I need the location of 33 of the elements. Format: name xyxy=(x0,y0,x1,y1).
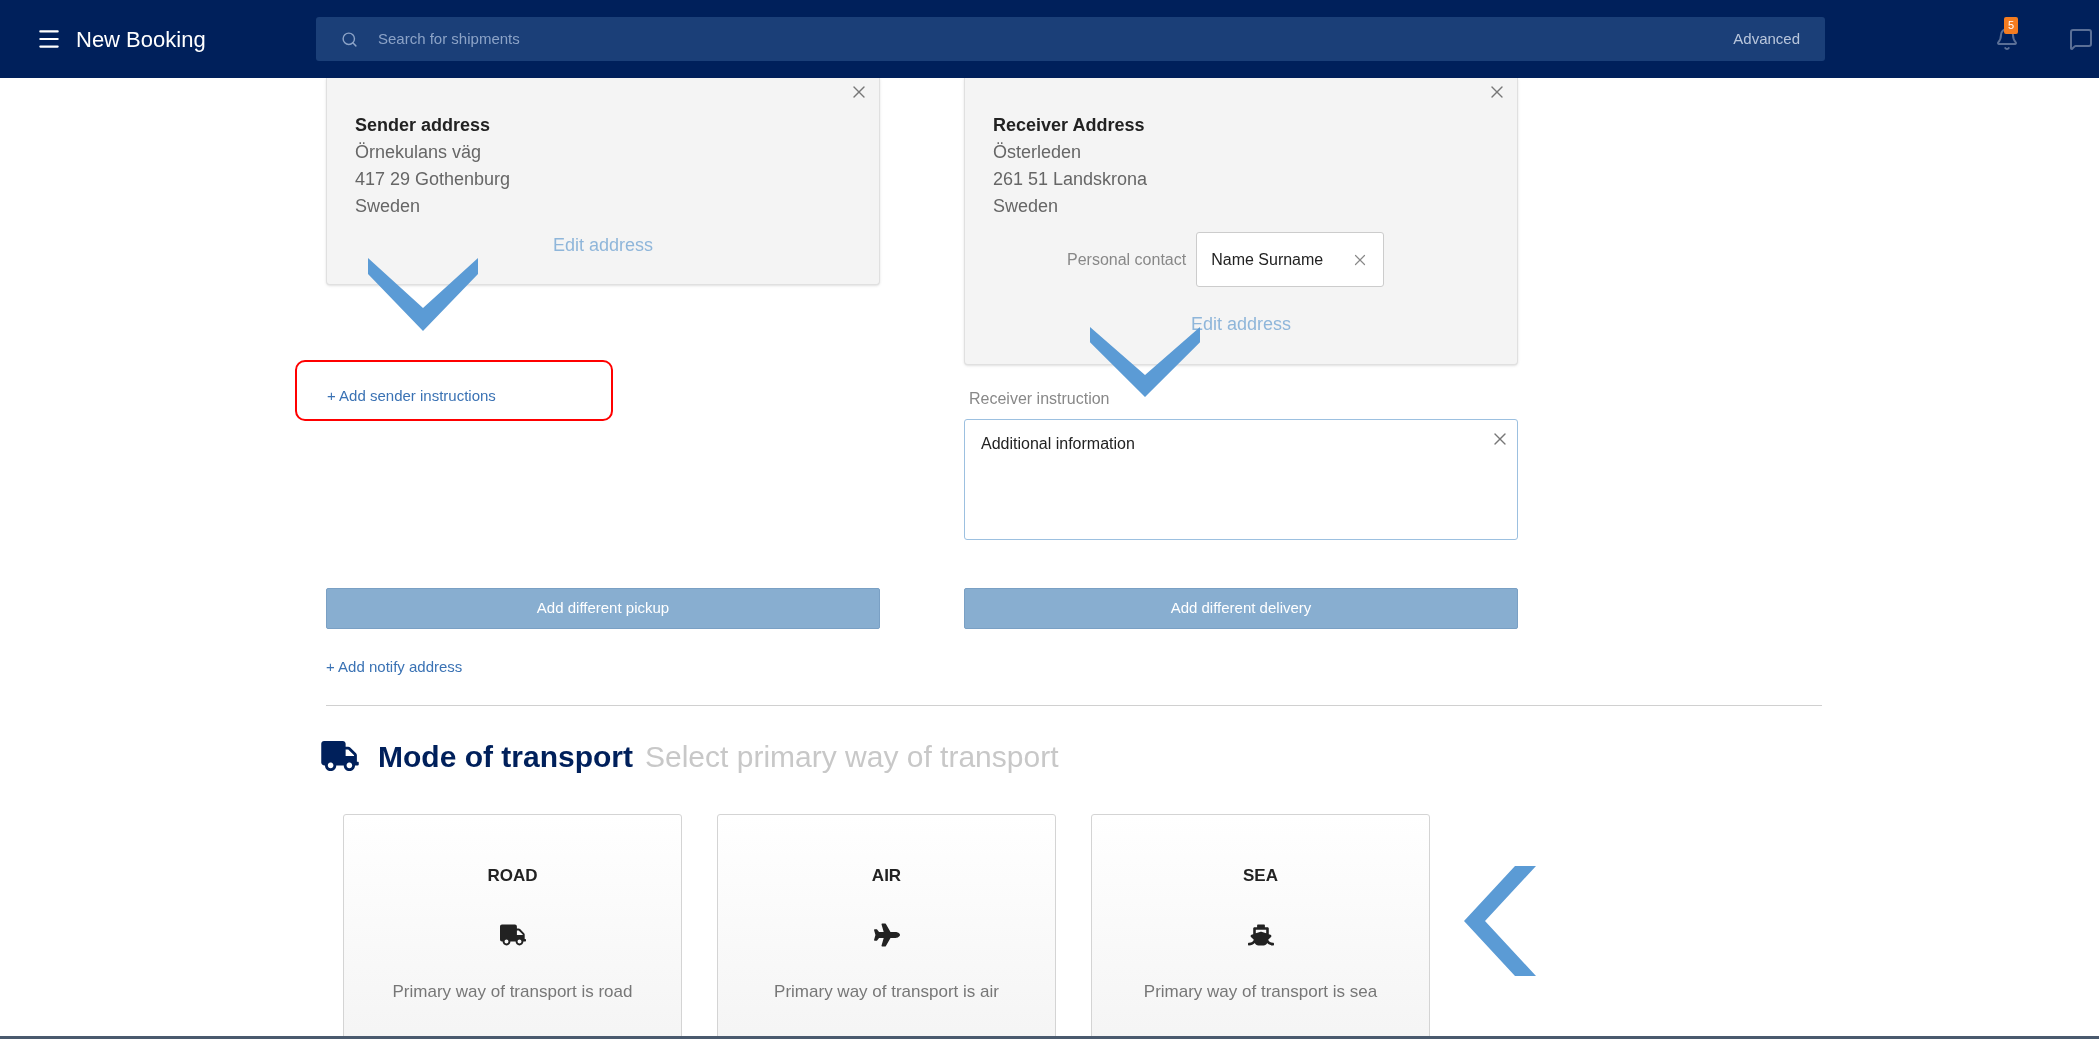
address-line: 261 51 Landskrona xyxy=(993,168,1149,191)
notification-badge: 5 xyxy=(2004,17,2019,34)
transport-mode-card[interactable]: AIR Primary way of transport is air xyxy=(717,814,1056,1039)
message-icon[interactable] xyxy=(2069,27,2093,51)
truck-icon xyxy=(321,741,359,771)
card-title: Receiver Address xyxy=(993,114,1146,137)
mode-title: AIR xyxy=(871,865,902,887)
instruction-field[interactable]: Additional information xyxy=(964,419,1518,540)
add-notify-address-link[interactable]: + Add notify address xyxy=(326,655,463,679)
address-line: Sweden xyxy=(355,195,422,218)
transport-mode-card[interactable]: ROAD Primary way of transport is road xyxy=(343,814,682,1039)
search-field[interactable]: Search for shipments Advanced xyxy=(316,17,1825,61)
address-line: 417 29 Gothenburg xyxy=(355,168,512,191)
advanced-link[interactable]: Advanced xyxy=(1733,27,1800,51)
mode-description: Primary way of transport is air xyxy=(774,980,999,1003)
address-line: Österleden xyxy=(993,141,1083,164)
section-title: Mode of transport xyxy=(378,738,633,775)
add-sender-instructions-link[interactable]: + Add sender instructions xyxy=(327,385,496,408)
address-line: Örnekulans väg xyxy=(355,141,483,164)
card-title: Sender address xyxy=(355,114,492,137)
mode-title: ROAD xyxy=(487,865,538,887)
receiver-instruction-label: Receiver instruction xyxy=(969,389,1111,409)
search-icon xyxy=(341,30,358,48)
mode-description: Primary way of transport is sea xyxy=(1143,980,1378,1003)
airplane-icon xyxy=(873,921,900,948)
bell-icon[interactable] xyxy=(1995,27,2019,51)
mode-description: Primary way of transport is road xyxy=(392,980,633,1003)
personal-contact-label: Personal contact xyxy=(1067,249,1187,270)
mode-title: SEA xyxy=(1243,865,1278,887)
transport-mode-card[interactable]: SEA Primary way of transport is sea xyxy=(1091,814,1430,1039)
contact-field[interactable]: Name Surname xyxy=(1196,232,1385,287)
page-title: New Booking xyxy=(76,25,207,54)
address-line: Sweden xyxy=(993,195,1060,218)
